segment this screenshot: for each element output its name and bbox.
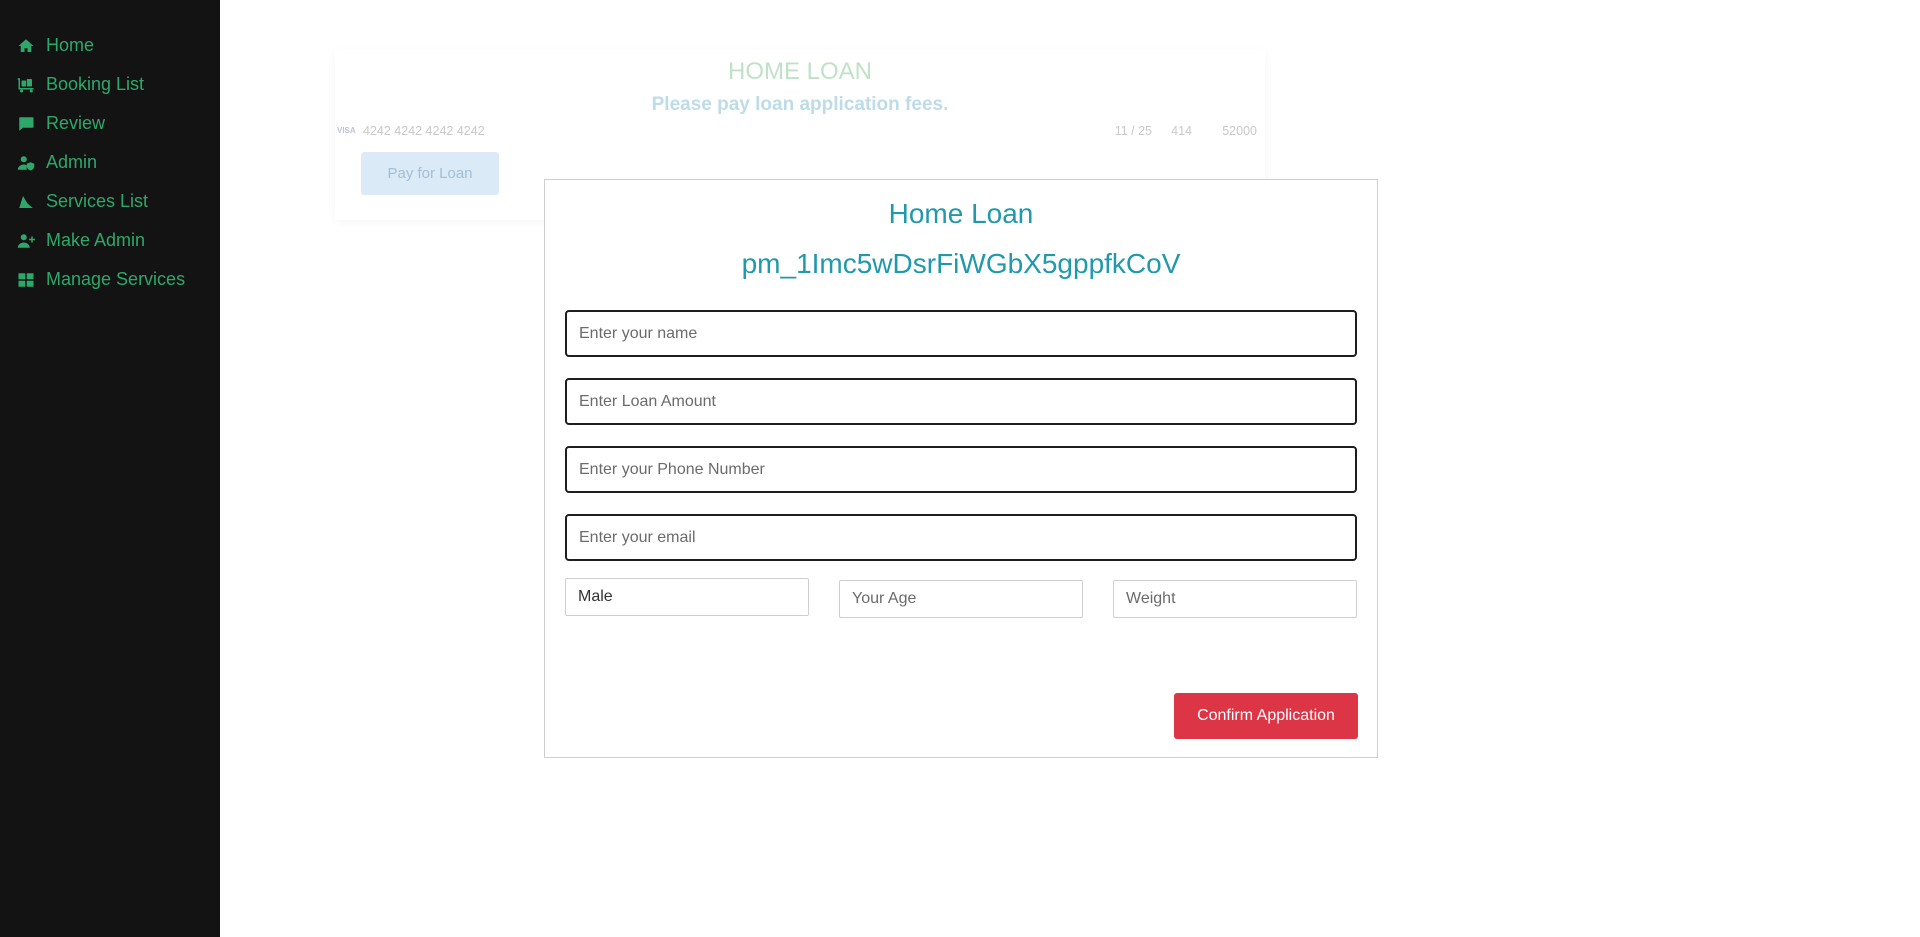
sidebar-item-admin[interactable]: Admin	[0, 143, 220, 182]
sidebar: Home Booking List Review Admin Services …	[0, 0, 220, 937]
name-input[interactable]	[565, 310, 1357, 357]
pay-for-loan-button[interactable]: Pay for Loan	[361, 152, 499, 195]
sidebar-nav: Home Booking List Review Admin Services …	[0, 0, 220, 299]
loan-application-modal: Home Loan pm_1Imc5wDsrFiWGbX5gppfkCoV Co…	[544, 179, 1378, 758]
card-zip: 52000	[1222, 124, 1257, 138]
card-element[interactable]: VISA 4242 4242 4242 4242 11 / 25 414 520…	[337, 124, 1257, 140]
sidebar-item-label: Admin	[46, 152, 98, 172]
confirm-application-button[interactable]: Confirm Application	[1174, 693, 1358, 739]
sidebar-item-home[interactable]: Home	[0, 26, 220, 65]
card-expiry: 11 / 25	[1114, 124, 1152, 138]
sidebar-item-label: Review	[46, 113, 106, 133]
age-input[interactable]	[839, 580, 1083, 618]
sidebar-item-review[interactable]: Review	[0, 104, 220, 143]
user-plus-icon	[15, 231, 37, 251]
sidebar-item-services-list[interactable]: Services List	[0, 182, 220, 221]
sidebar-item-label: Manage Services	[46, 269, 186, 289]
weight-input[interactable]	[1113, 580, 1357, 618]
modal-title: Home Loan	[888, 198, 1034, 229]
sidebar-item-manage-services[interactable]: Manage Services	[0, 260, 220, 299]
sidebar-item-label: Home	[46, 35, 95, 55]
payment-subtitle: Please pay loan application fees.	[651, 94, 949, 115]
sidebar-item-booking-list[interactable]: Booking List	[0, 65, 220, 104]
sidebar-item-label: Booking List	[46, 74, 145, 94]
sidebar-item-label: Make Admin	[46, 230, 146, 250]
payment-title: HOME LOAN	[727, 58, 873, 85]
payment-id: pm_1Imc5wDsrFiWGbX5gppfkCoV	[741, 248, 1181, 279]
grid-icon	[15, 270, 37, 290]
ship-icon	[15, 192, 37, 212]
home-icon	[15, 36, 37, 56]
card-cvc: 414	[1171, 124, 1192, 138]
card-number: 4242 4242 4242 4242	[363, 124, 485, 138]
user-shield-icon	[15, 153, 37, 173]
phone-input[interactable]	[565, 446, 1357, 493]
sidebar-item-label: Services List	[46, 191, 149, 211]
visa-icon: VISA	[337, 126, 356, 135]
loan-amount-input[interactable]	[565, 378, 1357, 425]
gender-input[interactable]	[565, 578, 809, 616]
sidebar-item-make-admin[interactable]: Make Admin	[0, 221, 220, 260]
comment-icon	[15, 114, 37, 134]
luggage-cart-icon	[15, 75, 37, 95]
email-input[interactable]	[565, 514, 1357, 561]
